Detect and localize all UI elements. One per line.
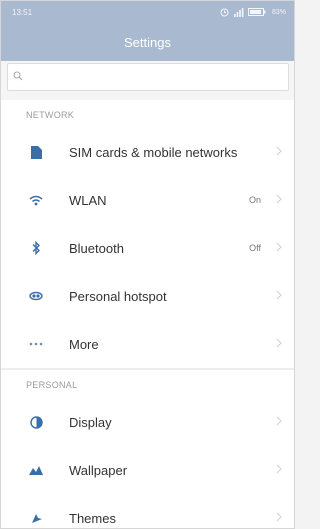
section-header: NETWORK bbox=[1, 100, 294, 128]
settings-item-display[interactable]: Display bbox=[1, 398, 294, 446]
status-time: 13:51 bbox=[12, 8, 33, 17]
wallpaper-icon bbox=[28, 463, 44, 477]
settings-item-themes[interactable]: Themes bbox=[1, 494, 294, 528]
search-icon bbox=[13, 71, 23, 81]
settings-item-wlan[interactable]: WLAN On bbox=[1, 176, 294, 224]
section-title: PERSONAL bbox=[26, 380, 78, 390]
section-header: PERSONAL bbox=[1, 370, 294, 398]
chevron-right-icon bbox=[276, 242, 282, 252]
settings-item-label: Bluetooth bbox=[69, 241, 124, 256]
section-network: NETWORK SIM cards & mobile networks WLAN… bbox=[1, 100, 294, 368]
display-icon bbox=[28, 415, 44, 429]
section-title: NETWORK bbox=[26, 110, 75, 120]
sim-card-icon bbox=[28, 145, 44, 159]
status-indicators: 83% bbox=[220, 7, 286, 17]
settings-item-label: Themes bbox=[69, 511, 116, 526]
settings-item-bluetooth[interactable]: Bluetooth Off bbox=[1, 224, 294, 272]
themes-icon bbox=[28, 511, 44, 525]
search-input[interactable] bbox=[28, 68, 282, 88]
settings-item-label: Personal hotspot bbox=[69, 289, 167, 304]
chevron-right-icon bbox=[276, 146, 282, 156]
wifi-icon bbox=[28, 193, 44, 207]
settings-item-label: WLAN bbox=[69, 193, 107, 208]
phone-screen: 13:51 83% Settings NETWORK SIM cards & m… bbox=[0, 0, 295, 529]
chevron-right-icon bbox=[276, 416, 282, 426]
battery-icon bbox=[247, 8, 266, 16]
hotspot-icon bbox=[28, 289, 44, 303]
chevron-right-icon bbox=[276, 512, 282, 522]
bluetooth-icon bbox=[28, 241, 44, 255]
page-title: Settings bbox=[124, 35, 171, 50]
settings-item-label: More bbox=[69, 337, 99, 352]
chevron-right-icon bbox=[276, 194, 282, 204]
settings-item-label: Display bbox=[69, 415, 112, 430]
settings-item-personal-hotspot[interactable]: Personal hotspot bbox=[1, 272, 294, 320]
settings-item-sim-cards[interactable]: SIM cards & mobile networks bbox=[1, 128, 294, 176]
title-bar: 13:51 83% Settings bbox=[1, 1, 294, 61]
signal-icon bbox=[233, 7, 244, 17]
chevron-right-icon bbox=[276, 338, 282, 348]
chevron-right-icon bbox=[276, 290, 282, 300]
battery-percentage: 83% bbox=[271, 8, 286, 16]
settings-item-label: Wallpaper bbox=[69, 463, 128, 478]
settings-item-wallpaper[interactable]: Wallpaper bbox=[1, 446, 294, 494]
status-bar: 13:51 83% bbox=[1, 1, 294, 23]
alarm-icon bbox=[220, 8, 229, 16]
chevron-right-icon bbox=[276, 464, 282, 474]
wlan-status: On bbox=[248, 195, 261, 205]
search-bar[interactable] bbox=[7, 63, 289, 91]
bluetooth-status: Off bbox=[249, 243, 261, 253]
section-personal: PERSONAL Display Wallpaper Themes bbox=[1, 370, 294, 528]
more-icon bbox=[28, 337, 44, 351]
settings-item-label: SIM cards & mobile networks bbox=[69, 145, 238, 160]
settings-item-more[interactable]: More bbox=[1, 320, 294, 368]
